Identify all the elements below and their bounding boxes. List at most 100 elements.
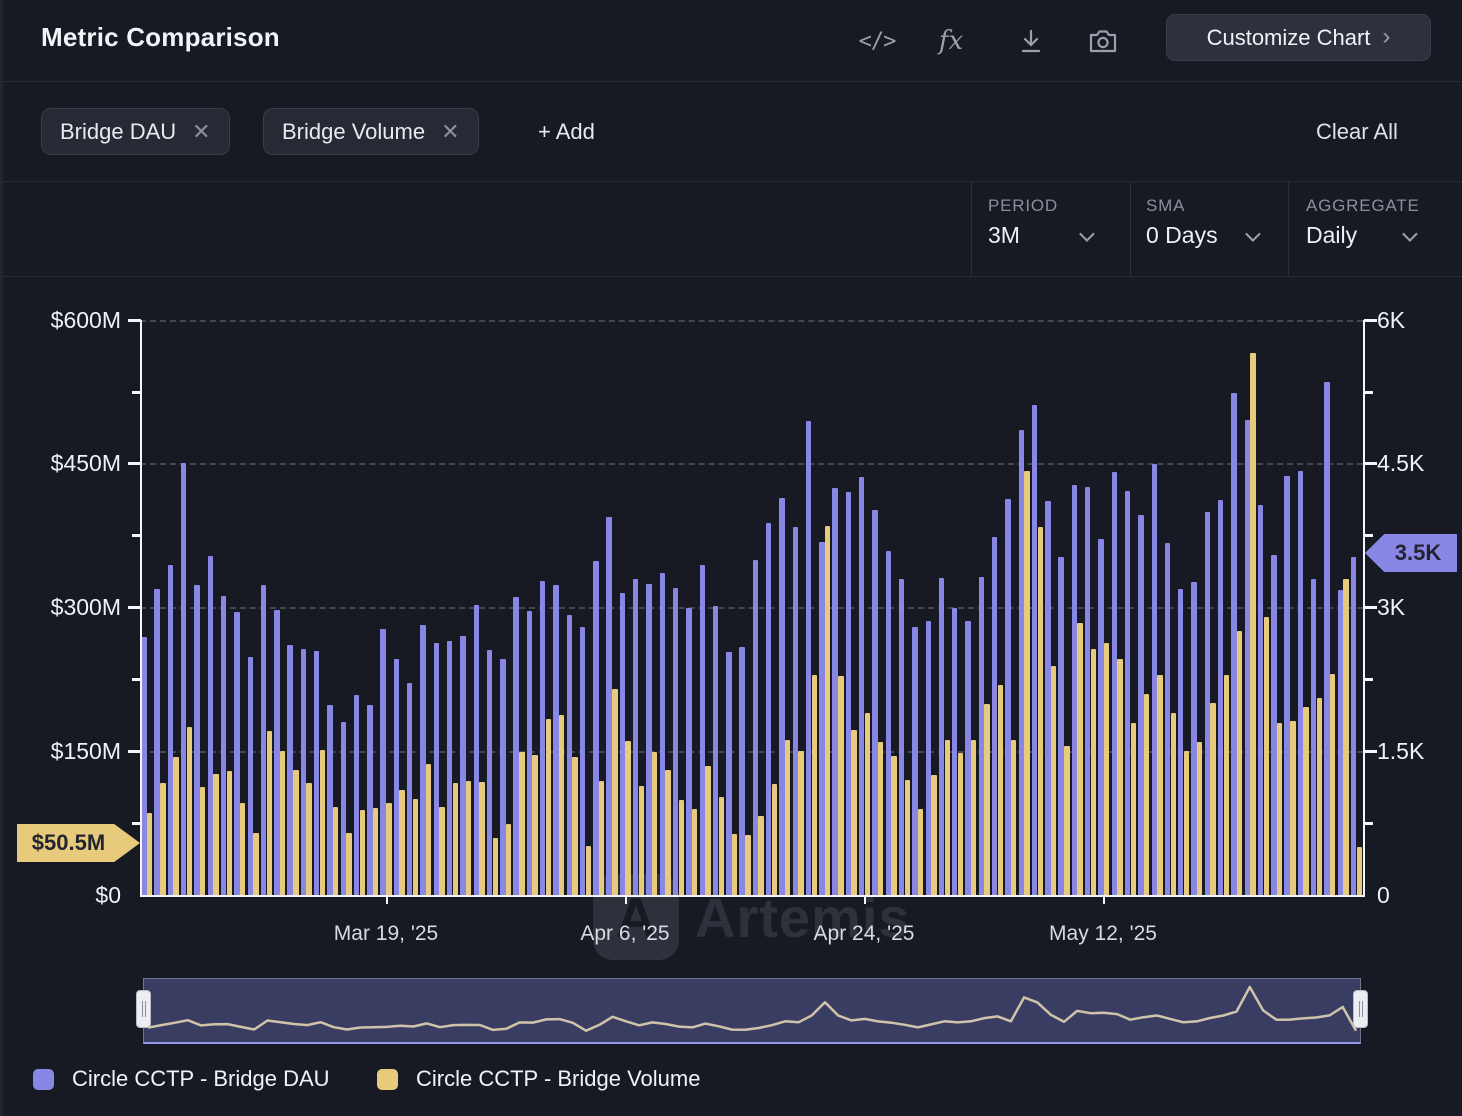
bar-bridge-dau[interactable] bbox=[181, 463, 186, 895]
navigator-handle-right[interactable] bbox=[1353, 990, 1368, 1028]
chart-plot[interactable] bbox=[140, 320, 1363, 895]
bar-bridge-volume[interactable] bbox=[785, 740, 790, 895]
bar-bridge-volume[interactable] bbox=[1343, 579, 1348, 895]
bar-bridge-volume[interactable] bbox=[838, 676, 843, 896]
bar-bridge-dau[interactable] bbox=[819, 542, 824, 895]
bar-bridge-volume[interactable] bbox=[599, 781, 604, 895]
bar-bridge-dau[interactable] bbox=[460, 636, 465, 895]
legend-item-bridge-volume[interactable]: Circle CCTP - Bridge Volume bbox=[377, 1066, 700, 1092]
bar-bridge-dau[interactable] bbox=[1125, 491, 1130, 895]
bar-bridge-volume[interactable] bbox=[1197, 742, 1202, 895]
bar-bridge-volume[interactable] bbox=[1303, 707, 1308, 895]
bar-bridge-dau[interactable] bbox=[394, 659, 399, 895]
bar-bridge-dau[interactable] bbox=[952, 608, 957, 895]
bar-bridge-volume[interactable] bbox=[532, 755, 537, 895]
bar-bridge-dau[interactable] bbox=[208, 556, 213, 895]
bar-bridge-dau[interactable] bbox=[1311, 579, 1316, 895]
bar-bridge-dau[interactable] bbox=[1178, 589, 1183, 895]
bar-bridge-volume[interactable] bbox=[865, 713, 870, 895]
bar-bridge-dau[interactable] bbox=[154, 589, 159, 895]
bar-bridge-volume[interactable] bbox=[945, 740, 950, 895]
bar-bridge-volume[interactable] bbox=[1011, 740, 1016, 895]
bar-bridge-dau[interactable] bbox=[248, 657, 253, 895]
bar-bridge-volume[interactable] bbox=[1024, 471, 1029, 896]
bar-bridge-volume[interactable] bbox=[399, 790, 404, 895]
bar-bridge-dau[interactable] bbox=[646, 584, 651, 896]
bar-bridge-dau[interactable] bbox=[1205, 512, 1210, 895]
bar-bridge-volume[interactable] bbox=[320, 750, 325, 895]
bar-bridge-dau[interactable] bbox=[832, 488, 837, 895]
bar-bridge-dau[interactable] bbox=[899, 579, 904, 895]
bar-bridge-dau[interactable] bbox=[487, 650, 492, 895]
bar-bridge-volume[interactable] bbox=[652, 752, 657, 895]
chip-bridge-dau[interactable]: Bridge DAU ✕ bbox=[41, 108, 230, 155]
bar-bridge-dau[interactable] bbox=[1218, 500, 1223, 895]
bar-bridge-volume[interactable] bbox=[572, 757, 577, 895]
bar-bridge-dau[interactable] bbox=[1058, 557, 1063, 895]
bar-bridge-volume[interactable] bbox=[1131, 723, 1136, 896]
bar-bridge-dau[interactable] bbox=[434, 643, 439, 895]
bar-bridge-dau[interactable] bbox=[1298, 471, 1303, 896]
bar-bridge-volume[interactable] bbox=[360, 810, 365, 895]
bar-bridge-volume[interactable] bbox=[1157, 675, 1162, 895]
bar-bridge-dau[interactable] bbox=[739, 647, 744, 895]
bar-bridge-dau[interactable] bbox=[1085, 487, 1090, 895]
bar-bridge-volume[interactable] bbox=[1224, 675, 1229, 895]
bar-bridge-volume[interactable] bbox=[1290, 721, 1295, 895]
bar-bridge-volume[interactable] bbox=[758, 816, 763, 896]
bar-bridge-volume[interactable] bbox=[772, 784, 777, 895]
bar-bridge-volume[interactable] bbox=[373, 808, 378, 895]
formula-icon[interactable]: fx bbox=[929, 20, 973, 62]
bar-bridge-volume[interactable] bbox=[745, 835, 750, 895]
bar-bridge-volume[interactable] bbox=[253, 833, 258, 895]
clear-all-button[interactable]: Clear All bbox=[1316, 119, 1398, 145]
bar-bridge-volume[interactable] bbox=[798, 751, 803, 895]
bar-bridge-volume[interactable] bbox=[1104, 643, 1109, 895]
bar-bridge-volume[interactable] bbox=[1117, 659, 1122, 895]
bar-bridge-dau[interactable] bbox=[1338, 590, 1343, 895]
chip-bridge-volume[interactable]: Bridge Volume ✕ bbox=[263, 108, 479, 155]
bar-bridge-volume[interactable] bbox=[825, 526, 830, 895]
bar-bridge-volume[interactable] bbox=[1250, 353, 1255, 895]
bar-bridge-volume[interactable] bbox=[665, 770, 670, 895]
bar-bridge-volume[interactable] bbox=[719, 797, 724, 895]
bar-bridge-volume[interactable] bbox=[998, 685, 1003, 895]
bar-bridge-volume[interactable] bbox=[506, 824, 511, 895]
bar-bridge-dau[interactable] bbox=[261, 585, 266, 896]
bar-bridge-volume[interactable] bbox=[493, 838, 498, 896]
bar-bridge-dau[interactable] bbox=[580, 627, 585, 895]
bar-bridge-dau[interactable] bbox=[420, 625, 425, 895]
bar-bridge-dau[interactable] bbox=[527, 611, 532, 895]
bar-bridge-dau[interactable] bbox=[274, 610, 279, 895]
bar-bridge-volume[interactable] bbox=[1357, 847, 1362, 895]
navigator-handle-left[interactable] bbox=[136, 990, 151, 1028]
bar-bridge-dau[interactable] bbox=[567, 615, 572, 895]
bar-bridge-volume[interactable] bbox=[1330, 674, 1335, 895]
bar-bridge-volume[interactable] bbox=[891, 756, 896, 895]
bar-bridge-volume[interactable] bbox=[612, 689, 617, 895]
bar-bridge-dau[interactable] bbox=[793, 527, 798, 895]
bar-bridge-volume[interactable] bbox=[1237, 631, 1242, 896]
bar-bridge-volume[interactable] bbox=[679, 800, 684, 895]
bar-bridge-dau[interactable] bbox=[779, 498, 784, 895]
bar-bridge-volume[interactable] bbox=[1264, 617, 1269, 895]
bar-bridge-volume[interactable] bbox=[812, 675, 817, 895]
bar-bridge-volume[interactable] bbox=[546, 719, 551, 895]
bar-bridge-dau[interactable] bbox=[992, 537, 997, 895]
bar-bridge-volume[interactable] bbox=[280, 751, 285, 895]
bar-bridge-dau[interactable] bbox=[620, 593, 625, 895]
bar-bridge-dau[interactable] bbox=[234, 612, 239, 895]
bar-bridge-dau[interactable] bbox=[753, 560, 758, 895]
bar-bridge-dau[interactable] bbox=[1231, 393, 1236, 895]
bar-bridge-volume[interactable] bbox=[200, 787, 205, 895]
bar-bridge-dau[interactable] bbox=[1019, 430, 1024, 895]
bar-bridge-dau[interactable] bbox=[872, 510, 877, 895]
bar-bridge-dau[interactable] bbox=[686, 608, 691, 896]
bar-bridge-dau[interactable] bbox=[194, 585, 199, 896]
embed-code-icon[interactable]: </> bbox=[855, 20, 899, 62]
range-navigator[interactable] bbox=[143, 978, 1361, 1044]
bar-bridge-volume[interactable] bbox=[958, 753, 963, 895]
bar-bridge-volume[interactable] bbox=[878, 742, 883, 895]
bar-bridge-dau[interactable] bbox=[1165, 543, 1170, 895]
bar-bridge-volume[interactable] bbox=[293, 770, 298, 895]
